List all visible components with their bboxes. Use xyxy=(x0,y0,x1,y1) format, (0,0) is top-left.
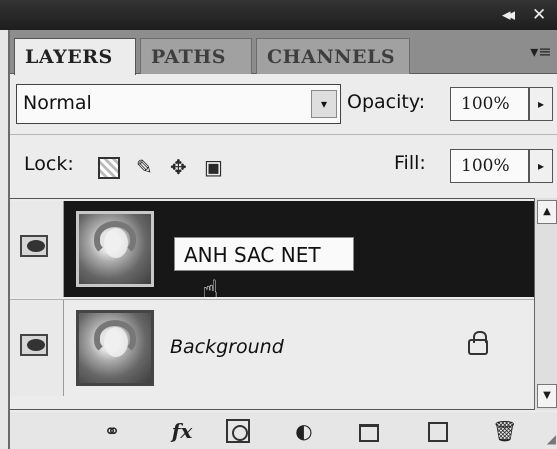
opacity-label: Opacity: xyxy=(347,91,426,113)
lock-position-icon[interactable]: ✥ xyxy=(170,157,187,177)
resize-grip-icon[interactable]: ◢ xyxy=(547,432,556,446)
collapse-panel-icon[interactable]: ◂◂ xyxy=(502,5,515,25)
scroll-down-icon[interactable]: ▼ xyxy=(537,384,557,408)
link-icon[interactable]: ⚭ xyxy=(92,419,132,443)
mask-icon[interactable] xyxy=(226,419,250,443)
background-thumbnail xyxy=(76,310,154,386)
lock-icon xyxy=(468,331,488,355)
visibility-toggle[interactable] xyxy=(10,300,64,396)
layers-scrollbar[interactable]: ▲ ▼ xyxy=(534,198,557,410)
layers-list: ANH SAC NET ☝ Background xyxy=(10,198,534,410)
tab-paths[interactable]: PATHS xyxy=(140,38,252,74)
opacity-field[interactable]: 100% xyxy=(450,87,529,121)
blend-mode-value: Normal xyxy=(23,92,92,114)
tab-layers[interactable]: LAYERS xyxy=(14,38,136,75)
eye-icon[interactable] xyxy=(20,334,48,356)
blend-mode-select[interactable]: Normal ▾ xyxy=(16,84,341,124)
visibility-toggle[interactable] xyxy=(10,201,64,297)
eye-icon[interactable] xyxy=(20,235,48,257)
close-panel-icon[interactable]: ✕ xyxy=(532,5,546,25)
chevron-down-icon[interactable]: ▾ xyxy=(311,90,337,118)
blend-controls: Normal ▾ Opacity: 100% ▸ xyxy=(10,78,557,132)
layer-row-background[interactable]: Background xyxy=(10,299,534,396)
scroll-up-icon[interactable]: ▲ xyxy=(537,200,557,224)
group-icon[interactable] xyxy=(359,424,379,442)
fx-icon[interactable]: fx xyxy=(160,419,204,443)
fill-label: Fill: xyxy=(394,152,426,174)
opacity-stepper[interactable]: ▸ xyxy=(529,87,553,121)
layer-name-input[interactable]: ANH SAC NET xyxy=(174,237,354,271)
panel-menu-icon[interactable]: ▾≡ xyxy=(529,42,553,64)
fill-stepper[interactable]: ▸ xyxy=(529,149,553,183)
layer-row-selected[interactable]: ANH SAC NET ☝ xyxy=(10,201,534,306)
layer-name: Background xyxy=(170,336,284,358)
lock-all-icon[interactable]: ▣ xyxy=(204,157,223,177)
lock-image-pixels-icon[interactable]: ✎ xyxy=(136,157,153,177)
layer-thumbnail xyxy=(76,211,154,287)
panel-tabbar: LAYERS PATHS CHANNELS ▾≡ xyxy=(10,30,557,75)
panel-titlebar: ◂◂ ✕ xyxy=(0,0,557,30)
lock-controls: Lock: ✎ ✥ ▣ Fill: 100% ▸ xyxy=(10,134,557,196)
adjustment-icon[interactable]: ◐ xyxy=(292,419,316,443)
trash-icon[interactable]: 🗑 xyxy=(492,419,517,443)
lock-transparent-pixels-icon[interactable] xyxy=(98,157,120,179)
lock-label: Lock: xyxy=(24,153,74,175)
tab-channels[interactable]: CHANNELS xyxy=(256,38,410,74)
fill-field[interactable]: 100% xyxy=(450,149,529,183)
layers-panel: LAYERS PATHS CHANNELS ▾≡ Normal ▾ Opacit… xyxy=(8,30,557,449)
new-layer-icon[interactable] xyxy=(428,422,448,442)
panel-bottom-toolbar: ⚭ fx ◐ 🗑 ◢ xyxy=(10,412,557,449)
